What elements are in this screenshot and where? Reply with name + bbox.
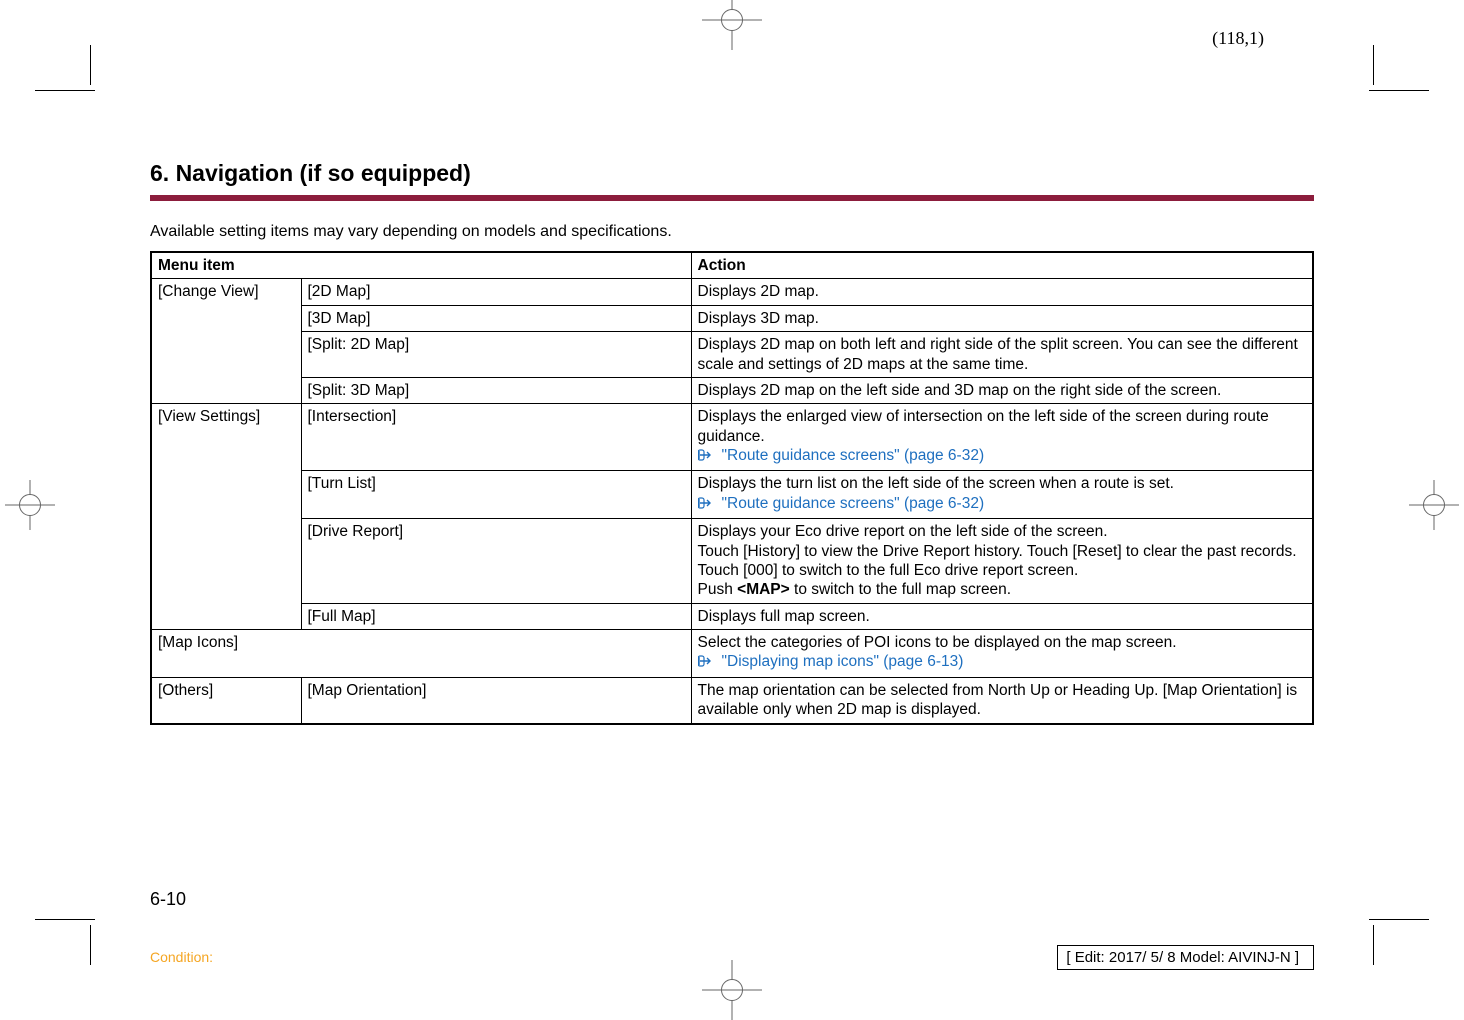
- table-row: [Map Icons] Select the categories of POI…: [151, 630, 1313, 678]
- cell-split2d: [Split: 2D Map]: [301, 332, 691, 378]
- table-row: [Drive Report] Displays your Eco drive r…: [151, 519, 1313, 604]
- trim-mark: [35, 90, 95, 91]
- table-row: [3D Map] Displays 3D map.: [151, 305, 1313, 331]
- cell-turn-list-action: Displays the turn list on the left side …: [691, 471, 1313, 519]
- page-content: 6. Navigation (if so equipped) Available…: [150, 160, 1314, 725]
- cell-drive-report: [Drive Report]: [301, 519, 691, 604]
- text: Touch [000] to switch to the full Eco dr…: [698, 562, 1079, 579]
- text: Push: [698, 581, 738, 598]
- reg-mark-right: [1409, 480, 1459, 530]
- heading-rule: [150, 195, 1314, 201]
- cell-3d-action: Displays 3D map.: [691, 305, 1313, 331]
- table-row: [Split: 3D Map] Displays 2D map on the l…: [151, 377, 1313, 403]
- text: Touch [History] to view the Drive Report…: [698, 543, 1297, 560]
- trim-mark: [90, 925, 91, 965]
- edit-info-box: [ Edit: 2017/ 5/ 8 Model: AIVINJ-N ]: [1057, 945, 1314, 970]
- cell-map-orientation-action: The map orientation can be selected from…: [691, 677, 1313, 723]
- trim-mark: [1373, 45, 1374, 85]
- pointer-icon: [698, 654, 718, 673]
- cell-map-orientation: [Map Orientation]: [301, 677, 691, 723]
- condition-label: Condition:: [150, 949, 213, 965]
- table-row: [Split: 2D Map] Displays 2D map on both …: [151, 332, 1313, 378]
- cross-ref: "Displaying map icons" (page 6-13): [722, 653, 964, 670]
- text: Displays the enlarged view of intersecti…: [698, 408, 1269, 444]
- settings-table: Menu item Action [Change View] [2D Map] …: [150, 251, 1314, 725]
- table-row: [Turn List] Displays the turn list on th…: [151, 471, 1313, 519]
- cell-drive-report-action: Displays your Eco drive report on the le…: [691, 519, 1313, 604]
- table-row: [Others] [Map Orientation] The map orien…: [151, 677, 1313, 723]
- trim-mark: [1369, 919, 1429, 920]
- trim-mark: [1373, 925, 1374, 965]
- cross-ref: "Route guidance screens" (page 6-32): [722, 495, 985, 512]
- cell-others: [Others]: [151, 677, 301, 723]
- pointer-icon: [698, 448, 718, 467]
- sheet-coord: (118,1): [1212, 28, 1264, 49]
- reg-mark-top: [702, 0, 762, 50]
- intro-text: Available setting items may vary dependi…: [150, 223, 1314, 241]
- cell-map-icons: [Map Icons]: [151, 630, 691, 678]
- cell-full-map: [Full Map]: [301, 603, 691, 629]
- table-row: [Full Map] Displays full map screen.: [151, 603, 1313, 629]
- page-number: 6-10: [150, 889, 186, 910]
- cell-2d-action: Displays 2D map.: [691, 279, 1313, 305]
- cross-ref: "Route guidance screens" (page 6-32): [722, 447, 985, 464]
- text: Displays the turn list on the left side …: [698, 475, 1174, 492]
- table-row: [Change View] [2D Map] Displays 2D map.: [151, 279, 1313, 305]
- cell-intersection-action: Displays the enlarged view of intersecti…: [691, 404, 1313, 471]
- cell-split2d-action: Displays 2D map on both left and right s…: [691, 332, 1313, 378]
- reg-mark-bottom: [702, 960, 762, 1020]
- cell-3d-map: [3D Map]: [301, 305, 691, 331]
- text-bold: <MAP>: [737, 581, 790, 598]
- cell-change-view: [Change View]: [151, 279, 301, 404]
- text: Displays your Eco drive report on the le…: [698, 523, 1108, 540]
- col-action: Action: [691, 252, 1313, 279]
- section-heading: 6. Navigation (if so equipped): [150, 160, 1314, 187]
- cell-map-icons-action: Select the categories of POI icons to be…: [691, 630, 1313, 678]
- trim-mark: [35, 919, 95, 920]
- cell-split3d: [Split: 3D Map]: [301, 377, 691, 403]
- table-header-row: Menu item Action: [151, 252, 1313, 279]
- pointer-icon: [698, 496, 718, 515]
- cell-2d-map: [2D Map]: [301, 279, 691, 305]
- cell-intersection: [Intersection]: [301, 404, 691, 471]
- text: Select the categories of POI icons to be…: [698, 634, 1177, 651]
- cell-view-settings: [View Settings]: [151, 404, 301, 630]
- trim-mark: [1369, 90, 1429, 91]
- reg-mark-left: [5, 480, 55, 530]
- table-row: [View Settings] [Intersection] Displays …: [151, 404, 1313, 471]
- cell-full-map-action: Displays full map screen.: [691, 603, 1313, 629]
- trim-mark: [90, 45, 91, 85]
- cell-split3d-action: Displays 2D map on the left side and 3D …: [691, 377, 1313, 403]
- cell-turn-list: [Turn List]: [301, 471, 691, 519]
- col-menu-item: Menu item: [151, 252, 691, 279]
- text: to switch to the full map screen.: [790, 581, 1011, 598]
